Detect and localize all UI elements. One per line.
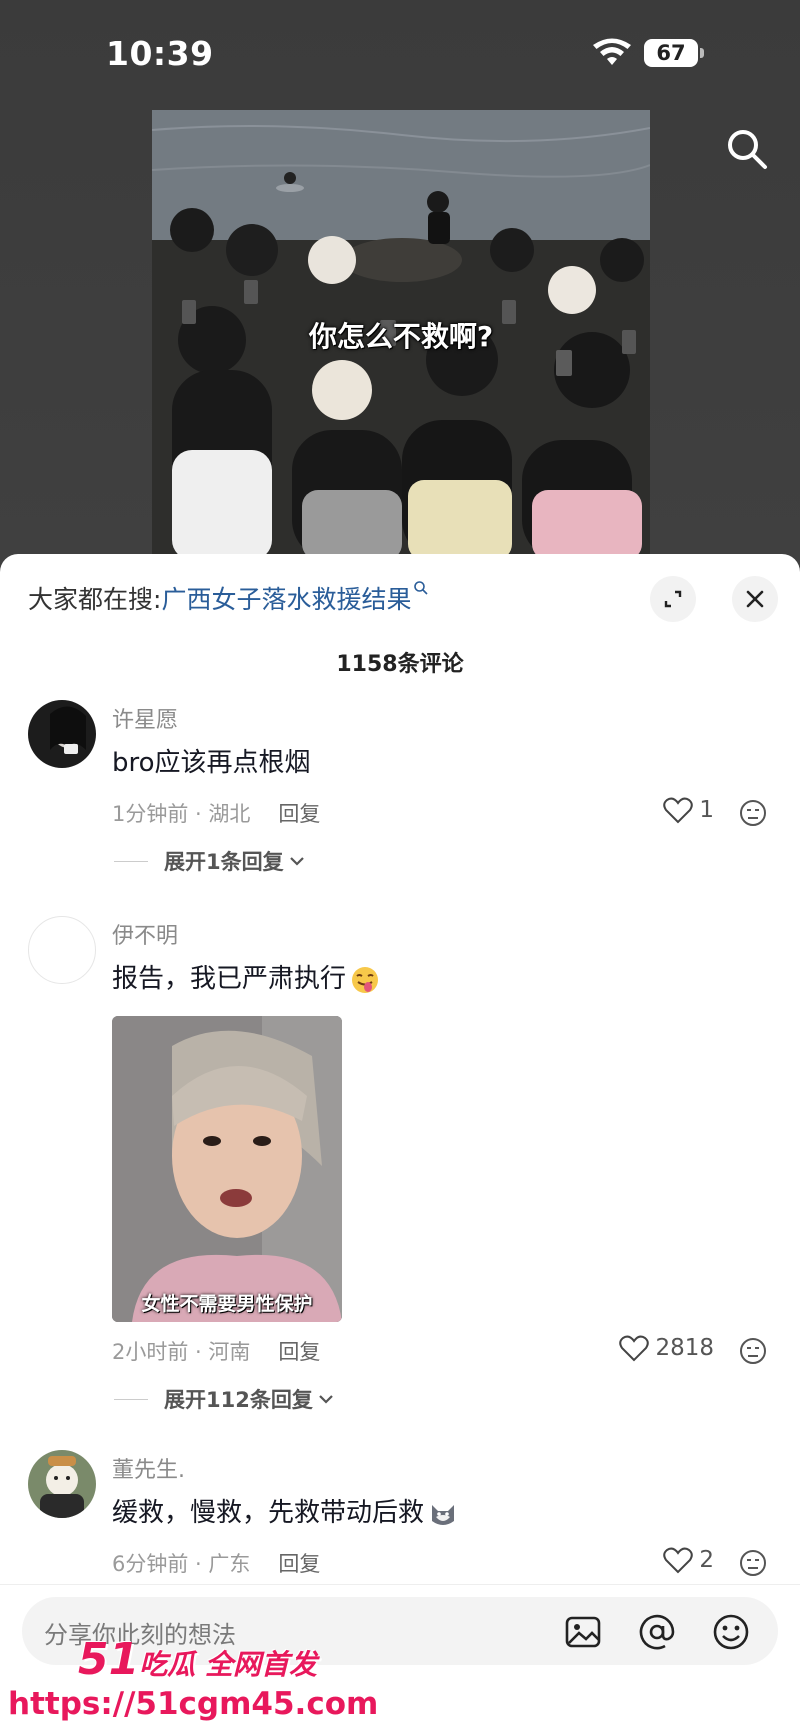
expand-icon [664,590,682,608]
image-icon[interactable] [564,1613,602,1651]
cat-emoji-icon [432,1504,455,1525]
video-frame[interactable]: 你怎么不救啊? [152,110,650,560]
battery-tip [700,48,704,58]
comment-username[interactable]: 董先生. [112,1452,185,1484]
expand-replies-button[interactable]: 展开112条回复 [114,1384,335,1414]
battery-indicator: 67 [644,39,698,67]
at-mention-icon[interactable] [638,1613,676,1651]
avatar-image [28,700,96,768]
heart-icon [619,1335,650,1362]
heart-icon [663,797,694,824]
divider [114,1398,148,1400]
expand-replies-label: 展开1条回复 [164,850,284,874]
like-count: 2818 [655,1335,714,1361]
watermark-logo-number: 51 [78,1634,140,1685]
comment-image[interactable]: 女性不需要男性保护 [112,1016,342,1322]
emoji-icon[interactable] [712,1613,750,1651]
expand-replies-button[interactable]: 展开1条回复 [114,846,306,876]
wifi-icon [593,38,631,65]
comment-meta: 6分钟前 · 广东 回复 [112,1548,320,1578]
tongue-emoji-icon [352,966,379,993]
like-button[interactable]: 2818 [619,1334,714,1362]
search-hint-query[interactable]: 广西女子落水救援结果 [161,585,411,614]
search-icon[interactable] [726,128,768,170]
avatar[interactable] [28,1450,96,1518]
search-suggestion[interactable]: 大家都在搜:广西女子落水救援结果 [28,580,429,616]
status-time: 10:39 [106,34,214,73]
search-hint-prefix: 大家都在搜: [28,585,162,614]
comment-time-location: 2小时前 · 河南 [112,1340,251,1364]
image-caption: 女性不需要男性保护 [141,1293,313,1315]
close-icon [746,590,764,608]
comment-text: bro应该再点根烟 [112,748,311,778]
comment-text: 缓救，慢救，先救带动后救 [112,1492,458,1529]
comment-meta: 2小时前 · 河南 回复 [112,1336,320,1366]
status-bar: 10:39 67 [0,0,800,100]
like-count: 1 [699,797,714,823]
comment-time-location: 1分钟前 · 湖北 [112,802,251,826]
avatar[interactable] [28,700,96,768]
comment-text-body: 报告，我已严肃执行 [112,964,347,994]
avatar-image [28,1450,96,1518]
heart-icon [663,1547,694,1574]
comment-time-location: 6分钟前 · 广东 [112,1552,251,1576]
comment-text-body: 缓救，慢救，先救带动后救 [112,1498,425,1528]
reply-button[interactable]: 回复 [278,802,320,826]
expand-button[interactable] [650,576,696,622]
avatar[interactable] [28,916,96,984]
comment-count: 1158条评论 [336,652,464,677]
comment-meta: 1分钟前 · 湖北 回复 [112,798,320,828]
chevron-down-icon [289,857,304,866]
like-count: 2 [699,1547,714,1573]
reply-button[interactable]: 回复 [278,1552,320,1576]
comment-username[interactable]: 许星愿 [112,702,178,734]
like-button[interactable]: 2 [663,1546,714,1574]
watermark-logo: 51吃瓜 全网首发 [78,1634,317,1685]
reply-button[interactable]: 回复 [278,1340,320,1364]
dislike-icon[interactable] [738,1336,768,1366]
dislike-icon[interactable] [738,798,768,828]
chevron-down-icon [319,1395,333,1404]
close-button[interactable] [732,576,778,622]
comment-sheet: 大家都在搜:广西女子落水救援结果 1158条评论 许星愿 bro应该再点根烟 1… [0,554,800,1736]
expand-replies-label: 展开112条回复 [164,1388,313,1412]
video-caption: 你怎么不救啊? [308,320,494,353]
comment-image-photo [112,1016,342,1322]
comment-username[interactable]: 伊不明 [112,918,178,950]
watermark-url: https://51cgm45.com [8,1686,379,1722]
like-button[interactable]: 1 [663,796,714,824]
search-icon [414,581,429,595]
comment-text: 报告，我已严肃执行 [112,958,380,995]
watermark-logo-text: 吃瓜 全网首发 [139,1648,317,1681]
divider [114,860,148,862]
dislike-icon[interactable] [738,1548,768,1578]
